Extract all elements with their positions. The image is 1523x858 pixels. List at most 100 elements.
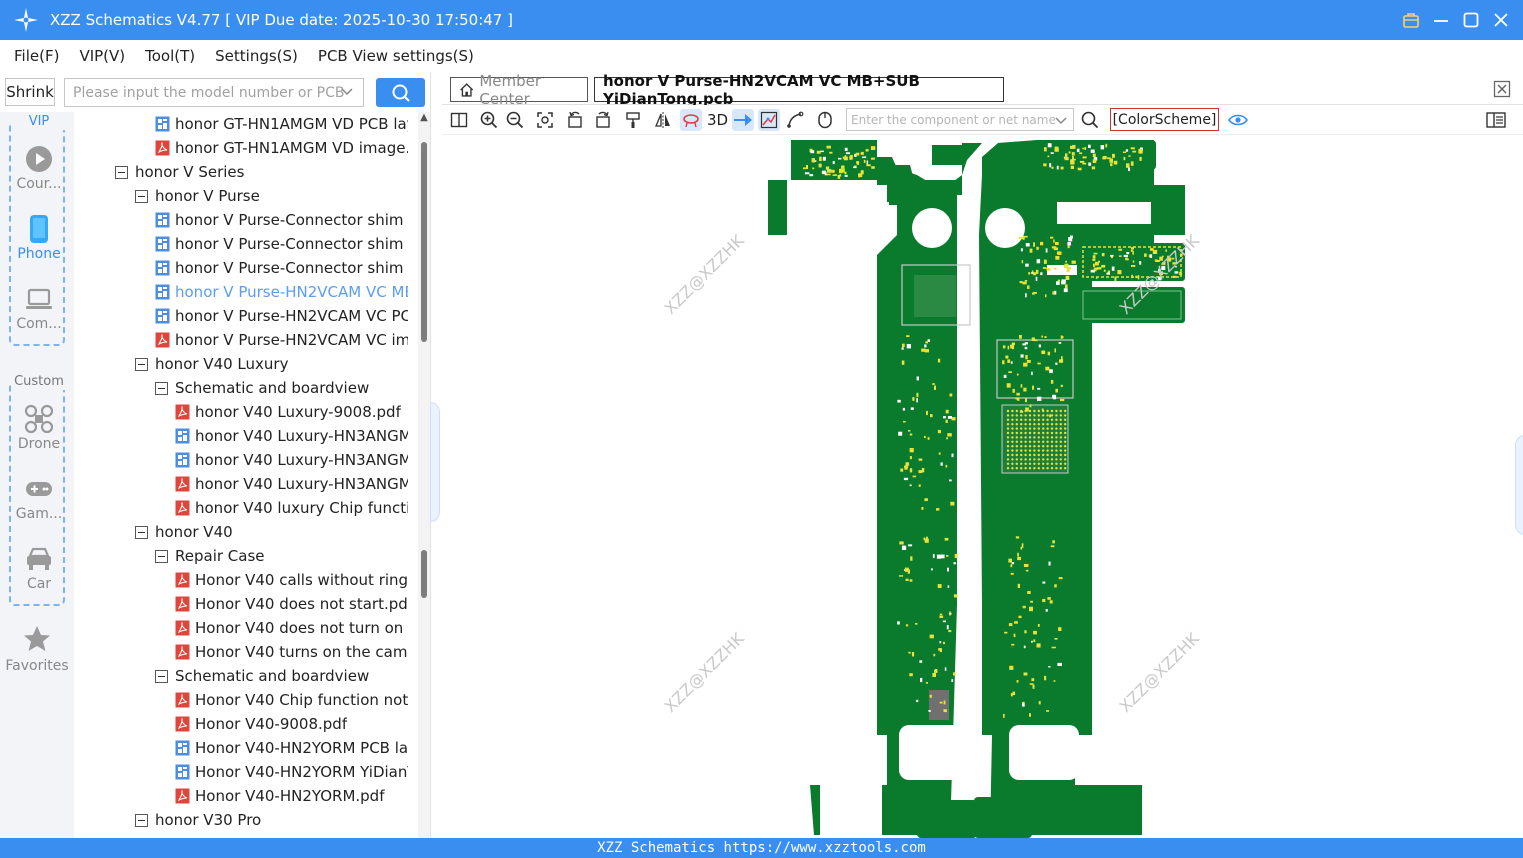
chevron-down-icon[interactable]: [340, 85, 354, 99]
pcb-pad: [911, 652, 915, 657]
vip-bag-icon[interactable]: [1401, 10, 1421, 30]
tree-label: Repair Case: [175, 547, 265, 565]
tree-folder[interactable]: honor V40: [135, 520, 408, 544]
tree-file[interactable]: honor V Purse-Connector shim C P: [155, 256, 408, 280]
tree-folder[interactable]: honor V Purse: [135, 184, 408, 208]
menu-settings[interactable]: Settings(S): [213, 45, 300, 67]
tree-file[interactable]: Honor V40 does not turn on du: [175, 616, 408, 640]
measure-curve-icon[interactable]: [784, 109, 806, 131]
category-phone[interactable]: Phone: [11, 210, 67, 272]
tree-folder[interactable]: Schematic and boardview: [155, 376, 408, 400]
chevron-up-icon[interactable]: ▲: [419, 112, 429, 126]
maximize-icon[interactable]: [1461, 10, 1481, 30]
side-panel-toggle-icon[interactable]: [1485, 109, 1507, 131]
category-courses[interactable]: Cour...: [11, 140, 67, 202]
collapse-minus-icon[interactable]: [155, 669, 168, 683]
tree-folder[interactable]: honor V40 Luxury: [135, 352, 408, 376]
menu-pcb-view-settings[interactable]: PCB View settings(S): [316, 45, 476, 67]
pcb-pad: [1052, 540, 1055, 544]
collapse-handle[interactable]: [430, 402, 440, 522]
tab-active-pcb[interactable]: honor V Purse-HN2VCAM VC MB+SUB YiDianTo…: [594, 72, 1004, 108]
tree-folder[interactable]: honor V30 Pro: [135, 808, 408, 832]
tree-file[interactable]: honor V Purse-HN2VCAM VC MB+: [155, 280, 408, 304]
tree-file[interactable]: Honor V40-HN2YORM YiDianTc: [175, 760, 408, 784]
view-3d-button[interactable]: 3D: [707, 111, 728, 129]
pcb-pad: [1032, 272, 1036, 276]
tree-folder[interactable]: Schematic and boardview: [155, 664, 408, 688]
tree-file[interactable]: Honor V40 Chip function notes.: [175, 688, 408, 712]
net-trace-icon[interactable]: [758, 109, 780, 131]
pin-arrow-icon[interactable]: [732, 109, 754, 131]
brush-icon[interactable]: [622, 109, 644, 131]
collapse-minus-icon[interactable]: [135, 525, 148, 539]
menu-tool[interactable]: Tool(T): [143, 45, 197, 67]
collapse-minus-icon[interactable]: [155, 549, 168, 563]
mouse-icon[interactable]: [814, 109, 836, 131]
chevron-down-icon[interactable]: [1054, 114, 1068, 128]
scroll-thumb[interactable]: [421, 142, 427, 342]
close-icon[interactable]: [1491, 10, 1511, 30]
tree-file[interactable]: honor GT-HN1AMGM VD PCB laye: [155, 112, 408, 136]
collapse-minus-icon[interactable]: [115, 165, 128, 179]
tree-file[interactable]: honor V Purse-Connector shim A F: [155, 208, 408, 232]
tree-file[interactable]: honor V40 luxury Chip function: [175, 496, 408, 520]
tree-file[interactable]: honor V Purse-Connector shim B P: [155, 232, 408, 256]
fit-view-icon[interactable]: [534, 109, 556, 131]
split-view-icon[interactable]: [448, 109, 470, 131]
tree-file[interactable]: honor V40 Luxury-HN3ANGM Y: [175, 448, 408, 472]
tree-file[interactable]: honor GT-HN1AMGM VD image.p: [155, 136, 408, 160]
highlight-net-icon[interactable]: [680, 109, 702, 131]
tree-file[interactable]: Honor V40 calls without ring to: [175, 568, 408, 592]
flip-icon[interactable]: [652, 109, 674, 131]
tree-file[interactable]: honor V40 Luxury-HN3ANGM P: [175, 424, 408, 448]
category-drone[interactable]: Drone: [11, 400, 67, 462]
shrink-button[interactable]: Shrink: [5, 78, 55, 106]
panel-splitter[interactable]: [430, 72, 442, 838]
component-search-input[interactable]: [846, 108, 1074, 131]
tree-file[interactable]: honor V Purse-HN2VCAM VC PCB: [155, 304, 408, 328]
tree-file[interactable]: Honor V40-HN2YORM PCB laye: [175, 736, 408, 760]
right-panel-handle[interactable]: [1515, 435, 1523, 535]
search-button[interactable]: [376, 78, 425, 107]
zoom-in-icon[interactable]: [478, 109, 500, 131]
tree-file[interactable]: Honor V40-HN2YORM.pdf: [175, 784, 408, 808]
tree-file[interactable]: honor V40 Luxury-9008.pdf: [175, 400, 408, 424]
category-car[interactable]: Car: [11, 540, 67, 602]
component-search-icon[interactable]: [1079, 109, 1101, 131]
tree-file[interactable]: Honor V40 does not start.pdf: [175, 592, 408, 616]
rotate-left-icon[interactable]: [564, 109, 586, 131]
title-bar: XZZ Schematics V4.77 [ VIP Due date: 202…: [0, 0, 1523, 40]
model-search-input[interactable]: [64, 78, 364, 107]
eye-icon[interactable]: [1227, 109, 1249, 131]
pcb-pad: [909, 456, 912, 460]
tree-file[interactable]: honor V40 Luxury-HN3ANGM.p: [175, 472, 408, 496]
collapse-minus-icon[interactable]: [135, 189, 148, 203]
collapse-minus-icon[interactable]: [135, 357, 148, 371]
tree-file[interactable]: Honor V40-9008.pdf: [175, 712, 408, 736]
tree-file[interactable]: honor V Purse-HN2VCAM VC imag: [155, 328, 408, 352]
color-scheme-button[interactable]: [ColorScheme]: [1110, 108, 1219, 131]
minimize-icon[interactable]: [1431, 10, 1451, 30]
pcb-canvas[interactable]: XZZ@XZZHK XZZ@XZZHK XZZ@XZZHK XZZ@XZZHK: [442, 135, 1523, 838]
category-computer[interactable]: Com...: [11, 280, 67, 342]
pcb-pad: [921, 507, 924, 510]
tree-folder[interactable]: Repair Case: [155, 544, 408, 568]
category-game[interactable]: Gam...: [11, 470, 67, 532]
favorites-button[interactable]: Favorites: [2, 624, 72, 674]
rotate-right-icon[interactable]: [592, 109, 614, 131]
collapse-minus-icon[interactable]: [135, 813, 148, 827]
tree-folder[interactable]: honor V Series: [115, 160, 408, 184]
pcb-board-drawing[interactable]: [442, 135, 1523, 838]
pcb-pad: [1023, 362, 1028, 367]
pcb-pad: [1026, 360, 1031, 363]
tab-member-center[interactable]: Member Center: [450, 72, 588, 108]
collapse-minus-icon[interactable]: [155, 381, 168, 395]
scroll-thumb-secondary[interactable]: [421, 550, 427, 598]
menu-vip[interactable]: VIP(V): [77, 45, 127, 67]
tree-scrollbar[interactable]: ▲: [418, 112, 430, 838]
tree-file[interactable]: Honor V40 turns on the camera: [175, 640, 408, 664]
pdf-file-icon: [175, 620, 190, 636]
menu-file[interactable]: File(F): [12, 45, 61, 67]
close-all-tabs-icon[interactable]: [1493, 80, 1511, 98]
zoom-out-icon[interactable]: [504, 109, 526, 131]
